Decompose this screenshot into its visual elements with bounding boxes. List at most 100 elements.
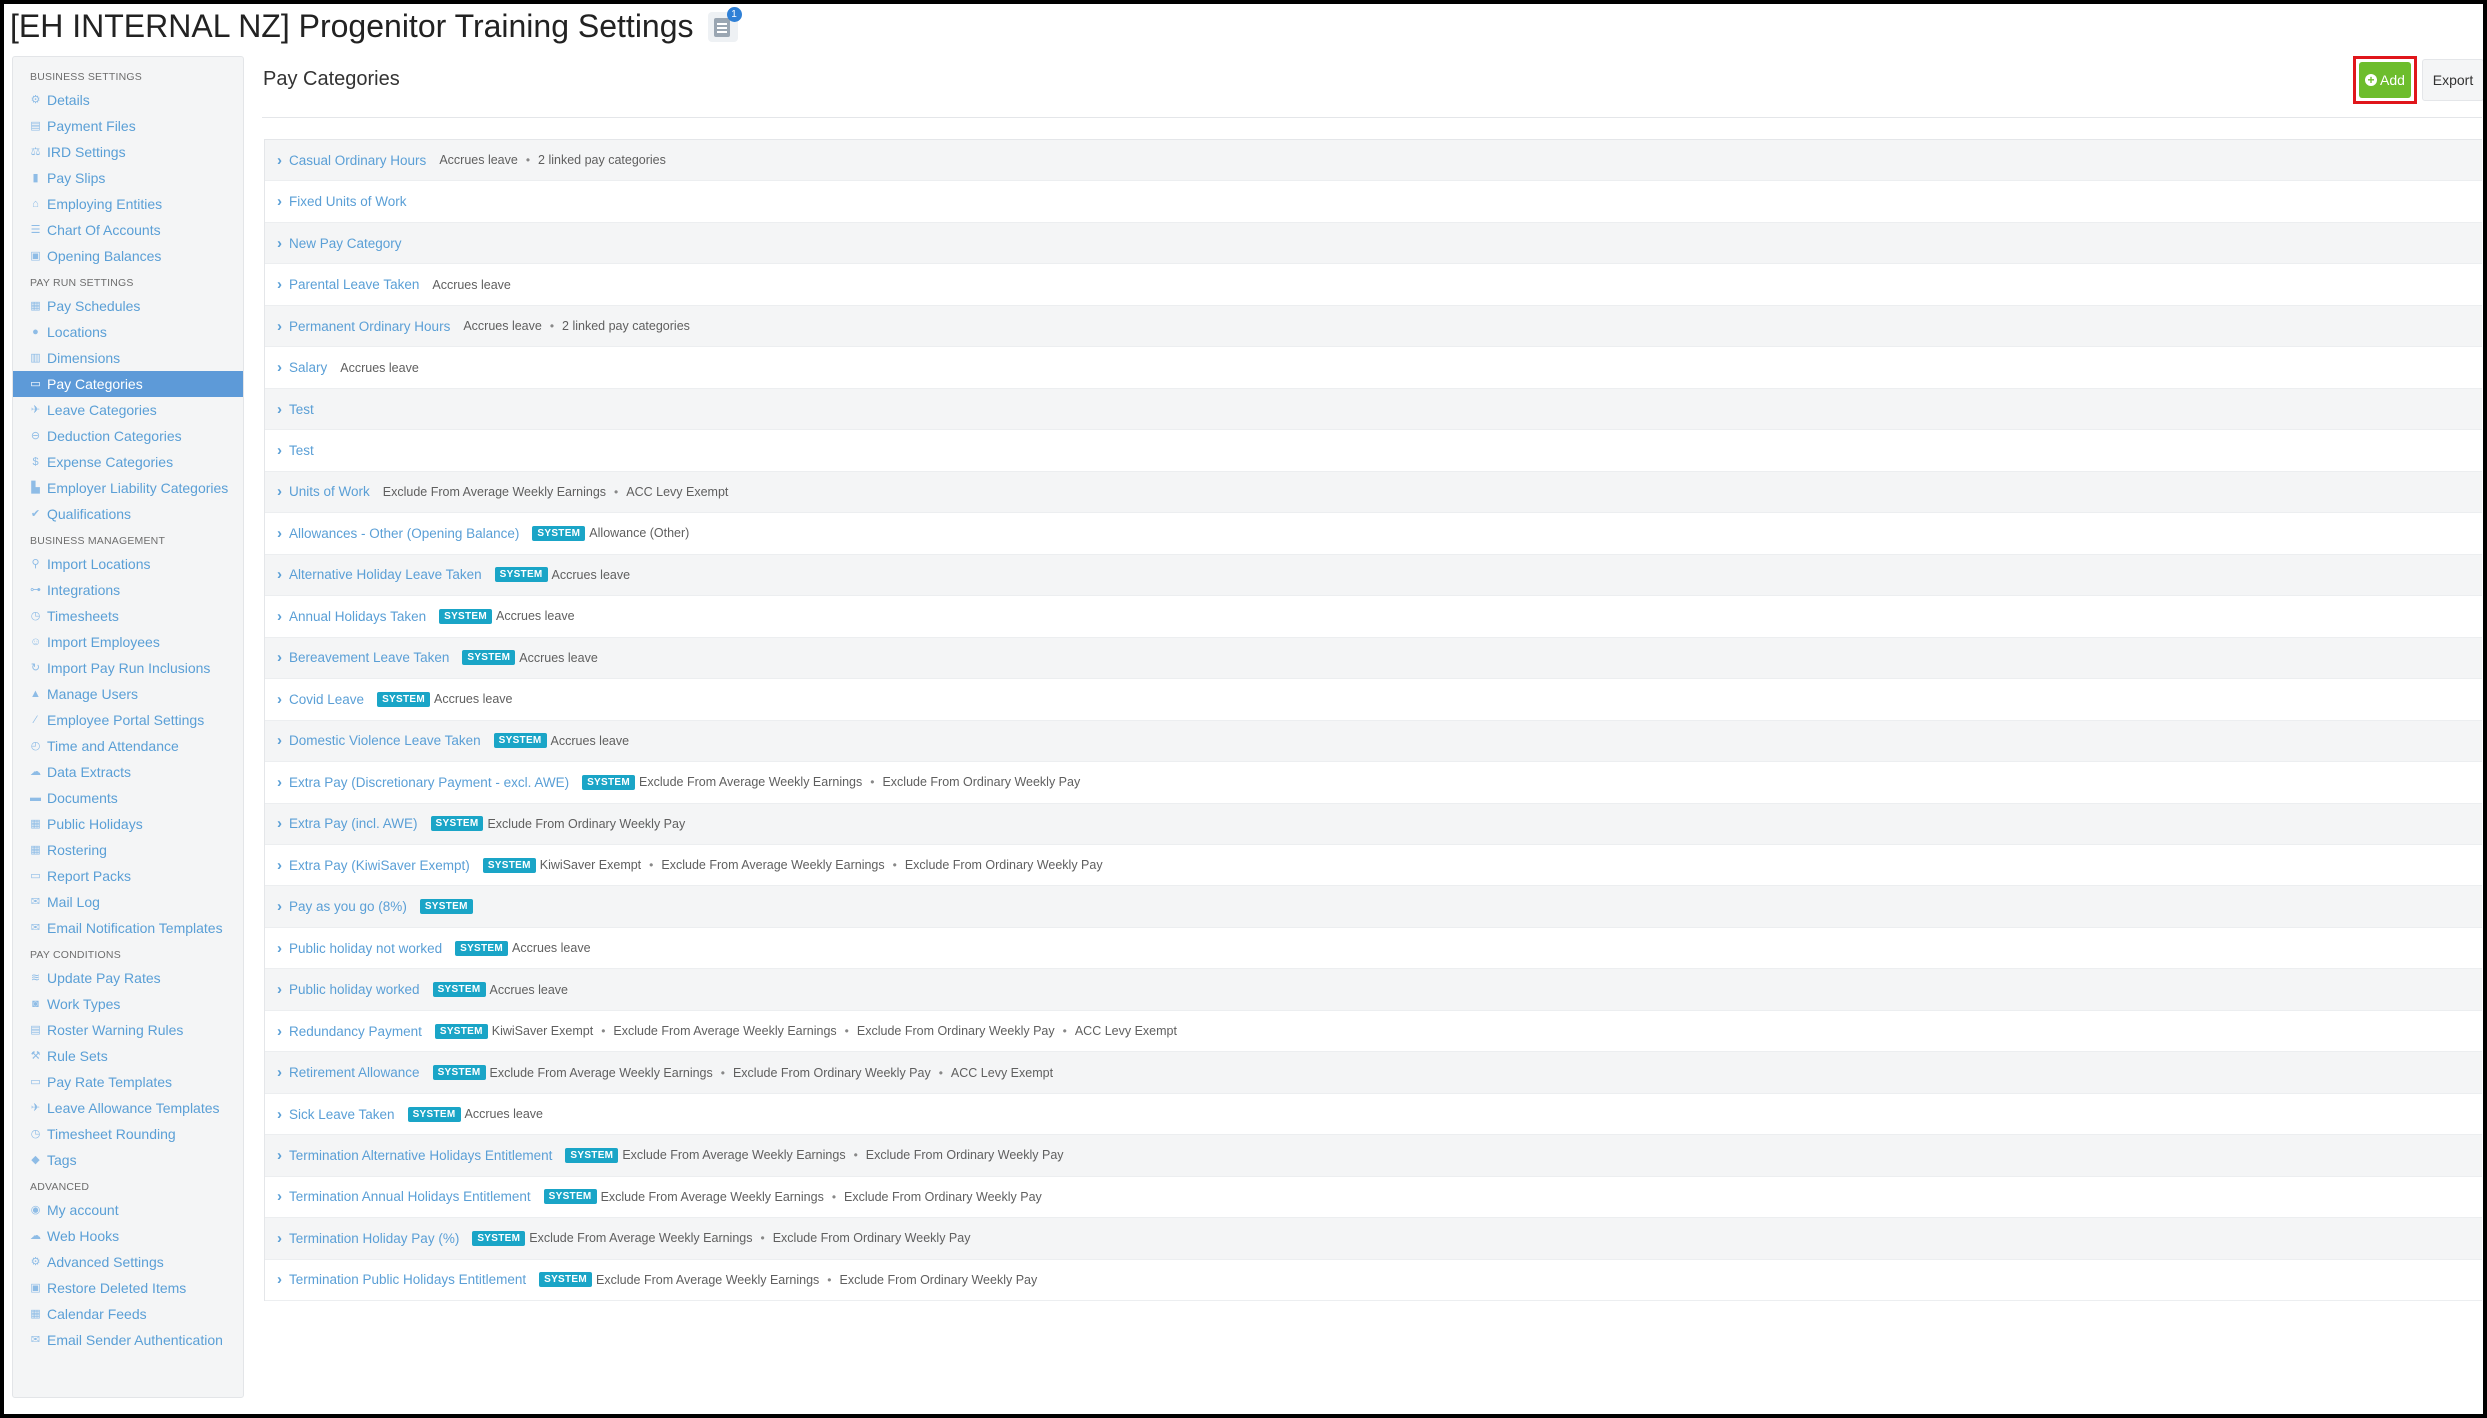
sidebar-item-pay-rate-templates[interactable]: ▭ Pay Rate Templates (13, 1069, 243, 1095)
pay-category-row[interactable]: › Extra Pay (Discretionary Payment - excl… (265, 762, 2482, 804)
sidebar-item-import-employees[interactable]: ☺ Import Employees (13, 629, 243, 655)
add-button[interactable]: + Add (2359, 62, 2411, 98)
pay-category-name-link[interactable]: Domestic Violence Leave Taken (289, 733, 481, 748)
pay-category-row[interactable]: › Sick Leave Taken SYSTEM Accrues leave (265, 1093, 2482, 1136)
pay-category-row[interactable]: › Casual Ordinary Hours Accrues leave • 2 li… (265, 140, 2482, 182)
pay-category-row[interactable]: › Allowances - Other (Opening Balance) SYS… (265, 513, 2482, 555)
sidebar-item-import-pay-run-inclusions[interactable]: ↻ Import Pay Run Inclusions (13, 655, 243, 681)
pay-category-name-link[interactable]: Pay as you go (8%) (289, 899, 407, 914)
sidebar-item-qualifications[interactable]: ✔ Qualifications (13, 501, 243, 527)
pay-category-row[interactable]: › Annual Holidays Taken SYSTEM Accrues leav… (265, 596, 2482, 638)
sidebar-item-payment-files[interactable]: ▤ Payment Files (13, 113, 243, 139)
pay-category-name-link[interactable]: Public holiday worked (289, 982, 420, 997)
chevron-right-icon[interactable]: › (277, 732, 282, 749)
pay-category-row[interactable]: › Test (265, 430, 2482, 472)
sidebar-item-opening-balances[interactable]: ▣ Opening Balances (13, 243, 243, 269)
sidebar-item-deduction-categories[interactable]: ⊖ Deduction Categories (13, 423, 243, 449)
pay-category-row[interactable]: › Redundancy Payment SYSTEM KiwiSaver Exemp… (265, 1010, 2482, 1053)
chevron-right-icon[interactable]: › (277, 940, 282, 957)
sidebar-item-restore-deleted-items[interactable]: ▣ Restore Deleted Items (13, 1275, 243, 1301)
pay-category-name-link[interactable]: Bereavement Leave Taken (289, 650, 449, 665)
pay-category-row[interactable]: › Public holiday worked SYSTEM Accrues leav… (265, 969, 2482, 1011)
pay-category-row[interactable]: › Termination Holiday Pay (%) SYSTEM Exclud… (265, 1218, 2482, 1260)
pay-category-name-link[interactable]: Parental Leave Taken (289, 277, 419, 292)
pay-category-name-link[interactable]: Allowances - Other (Opening Balance) (289, 526, 519, 541)
pay-category-row[interactable]: › Termination Alternative Holidays Entitl… (265, 1135, 2482, 1177)
chevron-right-icon[interactable]: › (277, 691, 282, 708)
pay-category-row[interactable]: › Fixed Units of Work (265, 181, 2482, 223)
pay-category-row[interactable]: › Termination Annual Holidays Entitlement… (265, 1176, 2482, 1219)
pay-category-row[interactable]: › Termination Public Holidays Entitlement… (265, 1259, 2482, 1302)
chevron-right-icon[interactable]: › (277, 235, 282, 252)
pay-category-name-link[interactable]: Permanent Ordinary Hours (289, 319, 450, 334)
sidebar-item-chart-of-accounts[interactable]: ☰ Chart Of Accounts (13, 217, 243, 243)
chevron-right-icon[interactable]: › (277, 649, 282, 666)
pay-category-row[interactable]: › Salary Accrues leave (265, 347, 2482, 389)
pay-category-row[interactable]: › Alternative Holiday Leave Taken SYSTEM Ac… (265, 554, 2482, 597)
pay-category-name-link[interactable]: Fixed Units of Work (289, 194, 407, 209)
chevron-right-icon[interactable]: › (277, 981, 282, 998)
pay-category-name-link[interactable]: Termination Public Holidays Entitlement (289, 1272, 526, 1287)
pay-category-row[interactable]: › New Pay Category (265, 222, 2482, 265)
sidebar-item-web-hooks[interactable]: ☁ Web Hooks (13, 1223, 243, 1249)
sidebar-item-calendar-feeds[interactable]: ▦ Calendar Feeds (13, 1301, 243, 1327)
pay-category-name-link[interactable]: Termination Holiday Pay (%) (289, 1231, 459, 1246)
export-button[interactable]: Export (2422, 59, 2483, 101)
chevron-right-icon[interactable]: › (277, 152, 282, 169)
pay-category-name-link[interactable]: Extra Pay (KiwiSaver Exempt) (289, 858, 470, 873)
chevron-right-icon[interactable]: › (277, 318, 282, 335)
sidebar-item-ird-settings[interactable]: ⚖ IRD Settings (13, 139, 243, 165)
chevron-right-icon[interactable]: › (277, 566, 282, 583)
sidebar-item-employing-entities[interactable]: ⌂ Employing Entities (13, 191, 243, 217)
sidebar-item-dimensions[interactable]: ▥ Dimensions (13, 345, 243, 371)
pay-category-name-link[interactable]: Redundancy Payment (289, 1024, 422, 1039)
pay-category-row[interactable]: › Domestic Violence Leave Taken SYSTEM Accr… (265, 720, 2482, 763)
chevron-right-icon[interactable]: › (277, 1230, 282, 1247)
pay-category-row[interactable]: › Permanent Ordinary Hours Accrues leave • 2… (265, 305, 2482, 348)
pay-category-name-link[interactable]: Extra Pay (incl. AWE) (289, 816, 418, 831)
pay-category-row[interactable]: › Extra Pay (incl. AWE) SYSTEM Exclude From… (265, 803, 2482, 845)
pay-category-name-link[interactable]: Units of Work (289, 484, 370, 499)
chevron-right-icon[interactable]: › (277, 815, 282, 832)
pay-category-name-link[interactable]: Termination Alternative Holidays Entitle… (289, 1148, 552, 1163)
sidebar-item-public-holidays[interactable]: ▦ Public Holidays (13, 811, 243, 837)
sidebar-item-integrations[interactable]: ⊶ Integrations (13, 577, 243, 603)
sidebar-item-timesheets[interactable]: ◷ Timesheets (13, 603, 243, 629)
sidebar-item-employer-liability-categories[interactable]: ▙ Employer Liability Categories (13, 475, 243, 501)
pay-category-name-link[interactable]: Public holiday not worked (289, 941, 442, 956)
chevron-right-icon[interactable]: › (277, 401, 282, 418)
chevron-right-icon[interactable]: › (277, 442, 282, 459)
chevron-right-icon[interactable]: › (277, 1188, 282, 1205)
sidebar-item-documents[interactable]: ▬ Documents (13, 785, 243, 811)
pay-category-name-link[interactable]: New Pay Category (289, 236, 402, 251)
sidebar-item-employee-portal-settings[interactable]: ⁄ Employee Portal Settings (13, 707, 243, 733)
chevron-right-icon[interactable]: › (277, 193, 282, 210)
chevron-right-icon[interactable]: › (277, 857, 282, 874)
pay-category-row[interactable]: › Extra Pay (KiwiSaver Exempt) SYSTEM KiwiS… (265, 844, 2482, 887)
chevron-right-icon[interactable]: › (277, 1147, 282, 1164)
pay-category-row[interactable]: › Covid Leave SYSTEM Accrues leave (265, 679, 2482, 721)
chevron-right-icon[interactable]: › (277, 525, 282, 542)
sidebar-item-roster-warning-rules[interactable]: ▤ Roster Warning Rules (13, 1017, 243, 1043)
sidebar-item-time-and-attendance[interactable]: ◴ Time and Attendance (13, 733, 243, 759)
sidebar-item-rostering[interactable]: ▦ Rostering (13, 837, 243, 863)
sidebar-item-pay-categories[interactable]: ▭ Pay Categories (13, 371, 243, 397)
pay-category-name-link[interactable]: Test (289, 402, 314, 417)
sidebar-item-pay-schedules[interactable]: ▦ Pay Schedules (13, 293, 243, 319)
chevron-right-icon[interactable]: › (277, 1064, 282, 1081)
sidebar-item-my-account[interactable]: ◉ My account (13, 1197, 243, 1223)
pay-category-row[interactable]: › Parental Leave Taken Accrues leave (265, 264, 2482, 306)
pay-category-name-link[interactable]: Alternative Holiday Leave Taken (289, 567, 482, 582)
pay-category-row[interactable]: › Units of Work Exclude From Average Weekl… (265, 471, 2482, 514)
pay-category-row[interactable]: › Pay as you go (8%) SYSTEM (265, 886, 2482, 928)
pay-category-row[interactable]: › Bereavement Leave Taken SYSTEM Accrues le… (265, 637, 2482, 680)
sidebar-item-import-locations[interactable]: ⚲ Import Locations (13, 551, 243, 577)
sidebar-item-leave-allowance-templates[interactable]: ✈ Leave Allowance Templates (13, 1095, 243, 1121)
sidebar-item-work-types[interactable]: ◙ Work Types (13, 991, 243, 1017)
pay-category-name-link[interactable]: Salary (289, 360, 327, 375)
pay-category-name-link[interactable]: Termination Annual Holidays Entitlement (289, 1189, 531, 1204)
pay-category-row[interactable]: › Test (265, 388, 2482, 431)
sidebar-item-email-sender-authentication[interactable]: ✉ Email Sender Authentication (13, 1327, 243, 1353)
sidebar-item-locations[interactable]: ● Locations (13, 319, 243, 345)
sidebar-item-pay-slips[interactable]: ▮ Pay Slips (13, 165, 243, 191)
